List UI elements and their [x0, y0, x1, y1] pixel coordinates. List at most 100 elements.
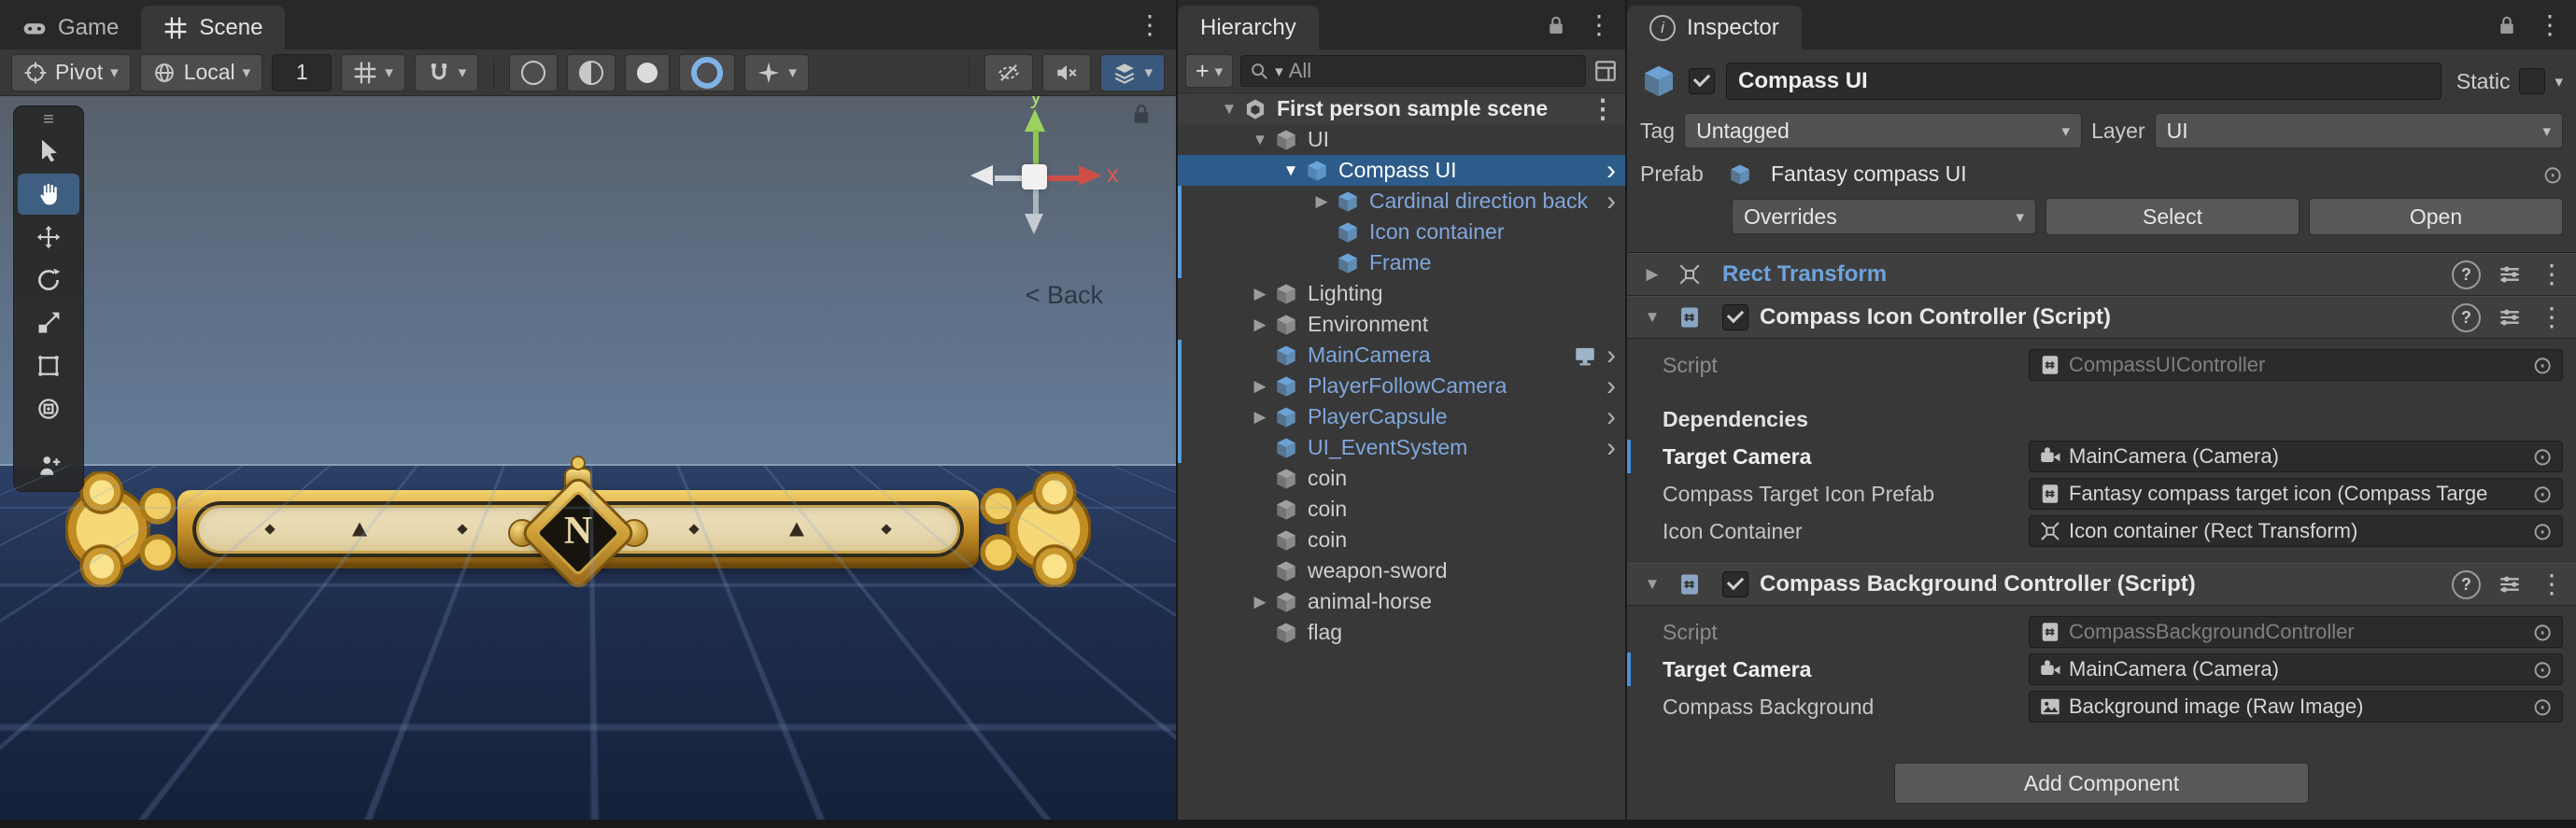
- open-prefab-icon[interactable]: ›: [1606, 402, 1616, 431]
- hierarchy-row[interactable]: ▶ Environment: [1178, 309, 1625, 340]
- gizmo-center-cube[interactable]: [1022, 164, 1047, 189]
- hierarchy-search-input[interactable]: ▾ All: [1240, 55, 1586, 87]
- inspector-menu-icon[interactable]: ⋮: [2537, 11, 2563, 38]
- expander-icon[interactable]: ▶: [1246, 285, 1274, 303]
- component-header-compass-background-controller[interactable]: ▼ Compass Background Controller (Script)…: [1627, 563, 2576, 606]
- tab-game[interactable]: Game: [0, 6, 142, 49]
- gizmo-x-axis[interactable]: [1079, 165, 1101, 186]
- hierarchy-row-selected[interactable]: ▼ Compass UI ›: [1178, 155, 1625, 186]
- expander-icon[interactable]: ▶: [1246, 408, 1274, 427]
- snap-increment-dropdown[interactable]: ▾: [414, 53, 479, 91]
- hierarchy-row[interactable]: flag: [1178, 617, 1625, 648]
- object-picker-icon[interactable]: ⊙: [2532, 657, 2553, 681]
- hierarchy-row-scene[interactable]: ▼ First person sample scene ⋮: [1178, 93, 1625, 124]
- hierarchy-row[interactable]: ▶ PlayerFollowCamera ›: [1178, 371, 1625, 401]
- tab-hierarchy[interactable]: Hierarchy: [1178, 6, 1319, 49]
- view-orientation-label[interactable]: < Back: [1026, 281, 1103, 310]
- custom-editor-tool-button[interactable]: [18, 446, 79, 487]
- object-picker-icon[interactable]: ⊙: [2532, 353, 2553, 377]
- transform-tool-button[interactable]: [18, 388, 79, 429]
- static-flags-dropdown-icon[interactable]: ▾: [2555, 74, 2563, 90]
- object-picker-icon[interactable]: ⊙: [2542, 162, 2563, 187]
- gizmos-dropdown[interactable]: ▾: [1100, 53, 1165, 91]
- help-icon[interactable]: ?: [2452, 569, 2481, 599]
- shading-mode-button[interactable]: [509, 53, 559, 91]
- 2d-mode-button[interactable]: [567, 53, 616, 91]
- open-prefab-button[interactable]: Open: [2309, 198, 2563, 235]
- object-picker-icon[interactable]: ⊙: [2532, 444, 2553, 469]
- rotate-tool-button[interactable]: [18, 260, 79, 301]
- rect-tool-button[interactable]: [18, 345, 79, 386]
- hierarchy-row[interactable]: MainCamera ›: [1178, 340, 1625, 371]
- hierarchy-row[interactable]: ▶ Lighting: [1178, 278, 1625, 309]
- component-menu-icon[interactable]: ⋮: [2539, 571, 2565, 597]
- overrides-dropdown[interactable]: Overrides ▾: [1732, 199, 2036, 234]
- hierarchy-row[interactable]: ▼ UI: [1178, 124, 1625, 155]
- hierarchy-row[interactable]: Icon container: [1178, 217, 1625, 247]
- tab-scene[interactable]: Scene: [141, 6, 286, 49]
- tag-dropdown[interactable]: Untagged ▾: [1684, 113, 2083, 148]
- open-search-window-icon[interactable]: [1593, 59, 1618, 83]
- scene-options-icon[interactable]: ⋮: [1590, 95, 1616, 122]
- create-object-button[interactable]: + ▾: [1185, 54, 1234, 88]
- camera-preview-icon[interactable]: [1573, 344, 1597, 368]
- scene-orientation-gizmo[interactable]: y x: [963, 96, 1131, 247]
- target-camera-object-field[interactable]: MainCamera (Camera) ⊙: [2029, 653, 2563, 685]
- lighting-toggle-button[interactable]: [625, 53, 671, 91]
- open-prefab-icon[interactable]: ›: [1606, 187, 1616, 216]
- gizmo-lock-icon[interactable]: [1129, 102, 1154, 131]
- object-picker-icon[interactable]: ⊙: [2532, 620, 2553, 644]
- gizmo-negative-y-axis[interactable]: [1025, 214, 1043, 234]
- hierarchy-row[interactable]: ▶ Cardinal direction back ›: [1178, 186, 1625, 217]
- add-component-button[interactable]: Add Component: [1894, 763, 2309, 804]
- layer-dropdown[interactable]: UI ▾: [2154, 113, 2563, 148]
- object-picker-icon[interactable]: ⊙: [2532, 519, 2553, 543]
- gameobject-name-field[interactable]: Compass UI: [1726, 63, 2442, 100]
- object-picker-icon[interactable]: ⊙: [2532, 695, 2553, 719]
- help-icon[interactable]: ?: [2452, 260, 2481, 289]
- expander-icon[interactable]: ▼: [1246, 131, 1274, 149]
- hierarchy-row[interactable]: coin: [1178, 463, 1625, 494]
- open-prefab-icon[interactable]: ›: [1606, 372, 1616, 400]
- component-header-rect-transform[interactable]: ▶ Rect Transform ? ⋮: [1627, 253, 2576, 296]
- expander-icon[interactable]: ▼: [1638, 575, 1666, 594]
- target-icon-prefab-object-field[interactable]: Fantasy compass target icon (Compass Tar…: [2029, 478, 2563, 510]
- expander-icon[interactable]: ▶: [1308, 192, 1336, 211]
- target-camera-object-field[interactable]: MainCamera (Camera) ⊙: [2029, 441, 2563, 472]
- grid-snap-dropdown[interactable]: ▾: [341, 53, 405, 91]
- preset-icon[interactable]: [2498, 305, 2522, 330]
- preset-icon[interactable]: [2498, 262, 2522, 287]
- object-picker-icon[interactable]: ⊙: [2532, 482, 2553, 506]
- expander-icon[interactable]: ▶: [1638, 265, 1666, 284]
- hierarchy-row[interactable]: UI_EventSystem ›: [1178, 432, 1625, 463]
- hierarchy-row[interactable]: weapon-sword: [1178, 555, 1625, 586]
- move-tool-button[interactable]: [18, 217, 79, 258]
- handle-rotation-dropdown[interactable]: Local ▾: [139, 53, 263, 91]
- scene-menu-icon[interactable]: ⋮: [1137, 11, 1163, 38]
- component-menu-icon[interactable]: ⋮: [2539, 261, 2565, 288]
- script-object-field[interactable]: CompassUIController ⊙: [2029, 349, 2563, 381]
- hierarchy-menu-icon[interactable]: ⋮: [1586, 11, 1612, 38]
- icon-container-object-field[interactable]: Icon container (Rect Transform) ⊙: [2029, 515, 2563, 547]
- component-enabled-checkbox[interactable]: [1722, 571, 1748, 597]
- open-prefab-icon[interactable]: ›: [1606, 433, 1616, 462]
- static-checkbox[interactable]: [2519, 68, 2546, 94]
- expander-icon[interactable]: ▶: [1246, 377, 1274, 396]
- preset-icon[interactable]: [2498, 572, 2522, 596]
- expander-icon[interactable]: ▼: [1638, 308, 1666, 327]
- script-object-field[interactable]: CompassBackgroundController ⊙: [2029, 616, 2563, 648]
- scene-viewport[interactable]: N ≡ y x < Back: [0, 96, 1176, 820]
- hierarchy-row[interactable]: coin: [1178, 494, 1625, 525]
- gizmo-y-axis[interactable]: [1025, 109, 1045, 132]
- component-menu-icon[interactable]: ⋮: [2539, 304, 2565, 330]
- camera-view-toggle-button[interactable]: [679, 53, 736, 91]
- grid-size-field[interactable]: 1: [272, 53, 333, 91]
- component-header-compass-icon-controller[interactable]: ▼ Compass Icon Controller (Script) ? ⋮: [1627, 296, 2576, 339]
- help-icon[interactable]: ?: [2452, 302, 2481, 332]
- open-prefab-icon[interactable]: ›: [1606, 156, 1616, 185]
- scene-visibility-button[interactable]: [984, 53, 1034, 91]
- effects-dropdown[interactable]: ▾: [744, 53, 809, 91]
- hierarchy-row[interactable]: Frame: [1178, 247, 1625, 278]
- gizmo-negative-x-axis[interactable]: [970, 165, 993, 186]
- hierarchy-row[interactable]: coin: [1178, 525, 1625, 555]
